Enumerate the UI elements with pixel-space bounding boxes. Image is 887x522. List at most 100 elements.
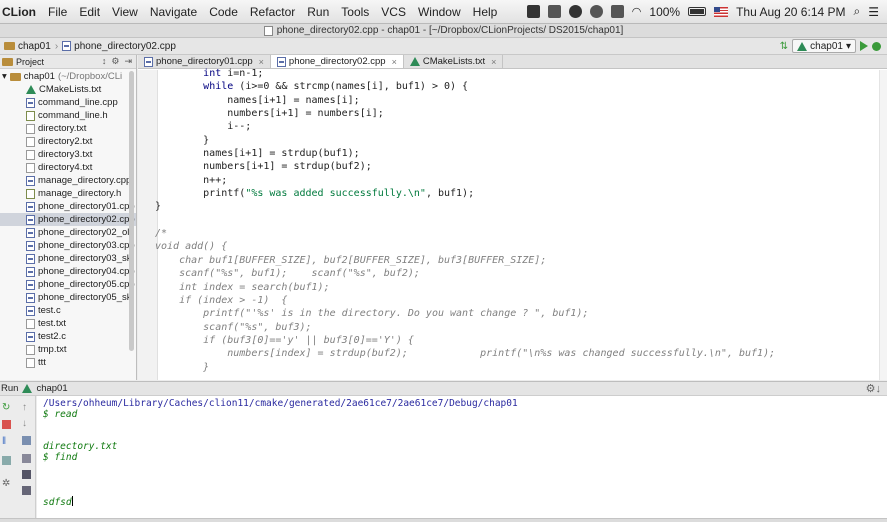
text-file-icon <box>26 318 35 329</box>
code-line: numbers[i+1] = strdup(buf2); <box>155 161 372 173</box>
rerun-icon[interactable]: ↻ <box>2 402 11 413</box>
tree-file-item[interactable]: command_line.h <box>0 109 136 122</box>
menu-help[interactable]: Help <box>467 5 504 19</box>
code-text[interactable]: int i=n-1; while (i>=0 && strcmp(names[i… <box>155 67 775 374</box>
cmake-icon <box>797 41 808 51</box>
code-line: n++; <box>155 174 228 186</box>
menu-code[interactable]: Code <box>203 5 244 19</box>
battery-icon[interactable] <box>688 7 707 16</box>
clock[interactable]: Thu Aug 20 6:14 PM <box>736 5 845 19</box>
notification-center-icon[interactable]: ☰ <box>868 5 879 19</box>
timemachine-icon[interactable] <box>589 5 603 18</box>
tree-root[interactable]: ▾ chap01 (~/Dropbox/CLi <box>0 70 136 83</box>
print-icon[interactable] <box>22 470 31 479</box>
tree-file-item[interactable]: directory3.txt <box>0 148 136 161</box>
breadcrumb-label: chap01 <box>18 40 51 52</box>
header-file-icon <box>26 188 35 199</box>
menu-refactor[interactable]: Refactor <box>244 5 301 19</box>
app-menu[interactable]: CLion <box>0 5 42 19</box>
code-line: /* <box>155 228 168 240</box>
tree-file-item[interactable]: CMakeLists.txt <box>0 83 136 96</box>
tree-file-label: directory2.txt <box>38 136 93 147</box>
run-icon[interactable] <box>860 41 868 51</box>
run-config-tab[interactable]: chap01 <box>36 383 67 394</box>
gear-icon[interactable]: ⚙ <box>111 56 119 67</box>
tree-file-label: ttt <box>38 357 46 368</box>
chevron-down-icon: ▾ <box>845 40 851 52</box>
hide-panel-icon[interactable]: ⇥ <box>124 56 132 67</box>
code-line: if (index > -1) { <box>155 294 288 306</box>
tree-file-item[interactable]: command_line.cpp <box>0 96 136 109</box>
tree-file-label: test.c <box>38 305 61 316</box>
scroll-up-icon[interactable]: ↑ <box>22 402 31 413</box>
tree-file-item[interactable]: ttt <box>0 356 136 369</box>
build-icon[interactable]: ⇅ <box>780 41 788 52</box>
tree-file-item[interactable]: directory4.txt <box>0 161 136 174</box>
window-title: phone_directory02.cpp - chap01 - [~/Drop… <box>276 25 624 36</box>
spotlight-search-icon[interactable]: ⌕ <box>854 4 861 19</box>
soft-wrap-icon[interactable] <box>22 436 31 445</box>
bluetooth-icon[interactable] <box>610 5 624 18</box>
tree-file-item[interactable]: tmp.txt <box>0 343 136 356</box>
gear-icon[interactable]: ⚙↓ <box>866 382 887 395</box>
menu-vcs[interactable]: VCS <box>375 5 412 19</box>
tree-file-item[interactable]: phone_directory01.cpp <box>0 200 136 213</box>
expand-arrow-icon[interactable]: ▾ <box>2 71 7 82</box>
code-line: void add() { <box>155 241 228 253</box>
tree-file-item[interactable]: directory.txt <box>0 122 136 135</box>
menu-file[interactable]: File <box>42 5 73 19</box>
run-panel-label[interactable]: Run <box>1 383 18 394</box>
input-source-flag-icon[interactable] <box>714 6 729 17</box>
pin-icon[interactable]: ✲ <box>2 478 11 489</box>
tree-file-item[interactable]: manage_directory.cpp <box>0 174 136 187</box>
status-app-icon-2[interactable] <box>547 5 561 18</box>
editor-area: phone_directory01.cpp × phone_directory0… <box>138 55 887 380</box>
stop-icon[interactable] <box>2 420 11 429</box>
project-panel-title[interactable]: Project <box>16 57 44 67</box>
tree-file-item[interactable]: test.c <box>0 304 136 317</box>
scroll-down-icon[interactable]: ↓ <box>22 418 31 429</box>
tree-file-item[interactable]: directory2.txt <box>0 135 136 148</box>
tree-file-item[interactable]: test2.c <box>0 330 136 343</box>
run-console-output[interactable]: /Users/ohheum/Library/Caches/clion11/cma… <box>37 396 887 518</box>
project-scrollbar[interactable] <box>129 71 134 351</box>
tree-file-item[interactable]: phone_directory03_sk <box>0 252 136 265</box>
menu-navigate[interactable]: Navigate <box>144 5 203 19</box>
debug-icon[interactable] <box>872 41 881 51</box>
menu-window[interactable]: Window <box>412 5 467 19</box>
menu-view[interactable]: View <box>106 5 144 19</box>
menu-edit[interactable]: Edit <box>73 5 106 19</box>
run-configuration-select[interactable]: chap01 ▾ <box>792 39 856 53</box>
tree-file-item[interactable]: phone_directory02_ol <box>0 226 136 239</box>
wifi-icon[interactable]: ◠ <box>632 5 642 18</box>
menu-tools[interactable]: Tools <box>335 5 375 19</box>
scroll-to-end-icon[interactable] <box>22 454 31 463</box>
close-tab-icon[interactable]: × <box>392 57 397 67</box>
breadcrumb-file[interactable]: phone_directory02.cpp <box>58 41 180 52</box>
tree-file-item[interactable]: manage_directory.h <box>0 187 136 200</box>
menu-run[interactable]: Run <box>301 5 335 19</box>
console-line: $ find <box>43 452 887 464</box>
text-file-icon <box>26 149 35 160</box>
close-tab-icon[interactable]: × <box>491 57 496 67</box>
tree-file-item[interactable]: phone_directory02.cpp <box>0 213 136 226</box>
status-app-icon[interactable] <box>526 5 540 18</box>
tree-file-item[interactable]: phone_directory04.cpp <box>0 265 136 278</box>
tree-file-item[interactable]: test.txt <box>0 317 136 330</box>
pause-icon[interactable]: ‖ <box>2 436 11 447</box>
close-tab-icon[interactable]: × <box>259 57 264 67</box>
layout-icon[interactable] <box>2 456 11 465</box>
record-icon[interactable] <box>568 5 582 18</box>
tree-file-item[interactable]: phone_directory03.cpp <box>0 239 136 252</box>
tree-file-item[interactable]: phone_directory05_sk <box>0 291 136 304</box>
editor-scrollbar[interactable] <box>879 70 887 380</box>
cmake-icon <box>22 384 33 393</box>
tree-file-item[interactable]: phone_directory05.cpp <box>0 278 136 291</box>
tree-file-label: tmp.txt <box>38 344 67 355</box>
trash-icon[interactable] <box>22 486 31 495</box>
cpp-file-icon <box>26 175 35 186</box>
breadcrumb-project[interactable]: chap01 <box>0 41 55 52</box>
code-line: scanf("%s", buf3); <box>155 321 312 333</box>
tree-file-label: test2.c <box>38 331 66 342</box>
sync-icon[interactable]: ↕ <box>102 56 107 67</box>
